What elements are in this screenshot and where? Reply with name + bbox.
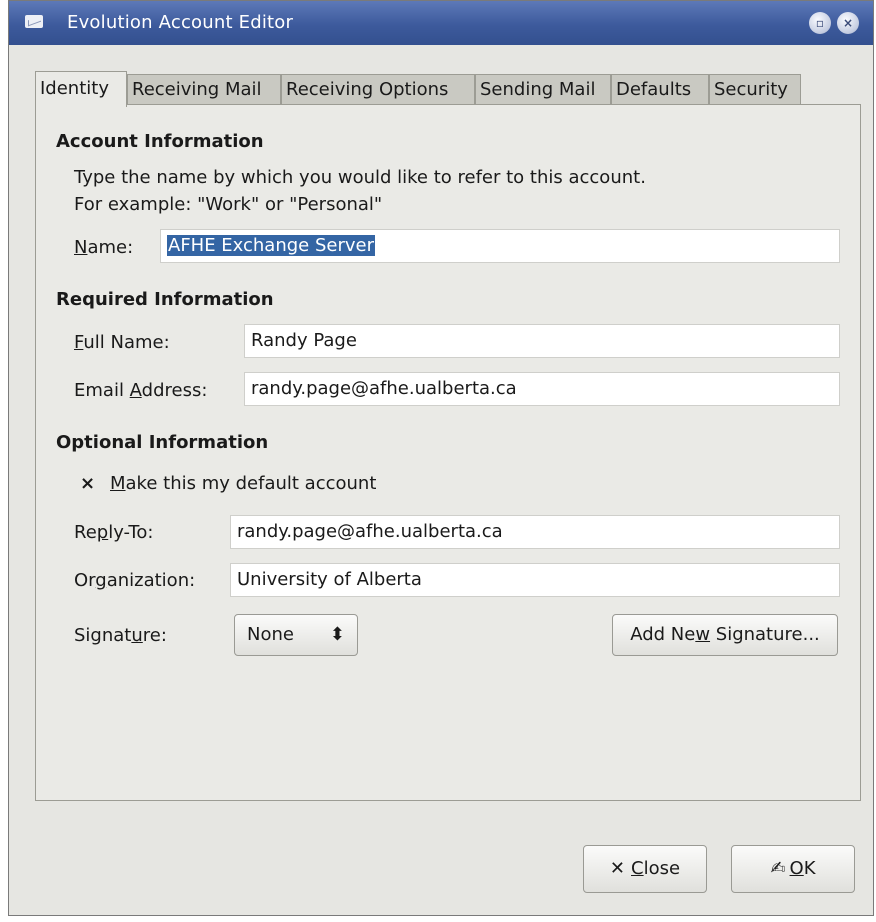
tab-identity[interactable]: Identity (35, 71, 127, 107)
reply-to-label: Reply-To: (74, 522, 153, 543)
maximize-icon[interactable]: ▫ (809, 12, 831, 34)
add-sig-mnemonic: w (695, 624, 711, 645)
account-information-heading: Account Information (56, 131, 264, 152)
ok-hand-icon: ✍ (770, 858, 786, 879)
tab-sending-mail[interactable]: Sending Mail (475, 74, 611, 105)
spinner-arrows-icon: ⬍ (329, 624, 345, 645)
identity-panel: Account Information Type the name by whi… (35, 104, 861, 801)
tab-receiving-mail[interactable]: Receiving Mail (127, 74, 281, 105)
sig-label-mnemonic: u (131, 625, 143, 646)
name-input[interactable]: AFHE Exchange Server (160, 229, 840, 263)
ok-rest: K (803, 858, 816, 879)
account-description-line2: For example: "Work" or "Personal" (74, 194, 383, 215)
required-information-heading: Required Information (56, 289, 274, 310)
full-name-input[interactable]: Randy Page (244, 324, 840, 358)
default-label-rest: ake this my default account (125, 473, 377, 494)
account-description-line1: Type the name by which you would like to… (74, 167, 646, 188)
sig-label-pre: Signat (74, 625, 132, 646)
email-address-label: Email Address: (74, 380, 207, 401)
full-name-label-mnemonic: F (74, 332, 84, 353)
default-label-mnemonic: M (110, 473, 126, 494)
organization-label: Organization: (74, 570, 195, 591)
email-label-rest: ddress: (141, 380, 208, 401)
full-name-label: Full Name: (74, 332, 170, 353)
signature-select[interactable]: None ⬍ (234, 614, 358, 656)
email-label-pre: Email (74, 380, 130, 401)
close-x-icon: ✕ (609, 858, 626, 879)
add-sig-pre: Add Ne (630, 624, 696, 645)
ok-button[interactable]: ✍ OK (731, 845, 855, 893)
signature-select-value: None (247, 624, 294, 645)
tab-receiving-options[interactable]: Receiving Options (281, 74, 475, 105)
reply-to-label-pre: Re (74, 522, 97, 543)
close-mnemonic: C (631, 858, 644, 879)
optional-information-heading: Optional Information (56, 432, 269, 453)
close-window-icon[interactable]: × (837, 12, 859, 34)
reply-to-label-rest: ly-To: (108, 522, 154, 543)
close-button[interactable]: ✕ Close (583, 845, 707, 893)
organization-input[interactable]: University of Alberta (230, 563, 840, 597)
name-label-mnemonic: N (74, 237, 88, 258)
close-rest: lose (643, 858, 681, 879)
email-label-mnemonic: A (129, 380, 142, 401)
full-name-label-rest: ull Name: (83, 332, 170, 353)
name-label-rest: ame: (87, 237, 134, 258)
tab-security[interactable]: Security (709, 74, 801, 105)
tab-defaults[interactable]: Defaults (611, 74, 709, 105)
org-label-rest: anization: (106, 570, 196, 591)
mail-envelope-icon (25, 15, 43, 28)
title-bar[interactable]: Evolution Account Editor ▫ × (9, 1, 873, 45)
window-title: Evolution Account Editor (67, 12, 294, 33)
add-new-signature-button[interactable]: Add New Signature... (612, 614, 838, 656)
ok-mnemonic: O (789, 858, 804, 879)
email-address-input[interactable]: randy.page@afhe.ualberta.ca (244, 372, 840, 406)
name-label: Name: (74, 237, 133, 258)
sig-label-rest: re: (142, 625, 167, 646)
name-input-value: AFHE Exchange Server (167, 235, 375, 256)
add-sig-rest: Signature... (710, 624, 820, 645)
org-label-pre: Or (74, 570, 96, 591)
org-label-mnemonic: g (95, 570, 107, 591)
signature-label: Signature: (74, 625, 167, 646)
reply-to-input[interactable]: randy.page@afhe.ualberta.ca (230, 515, 840, 549)
default-account-checkbox[interactable]: × (80, 473, 95, 494)
account-editor-window: Evolution Account Editor ▫ × Identity Re… (8, 0, 874, 916)
reply-to-label-mnemonic: p (96, 522, 109, 543)
default-account-label[interactable]: Make this my default account (110, 473, 376, 494)
